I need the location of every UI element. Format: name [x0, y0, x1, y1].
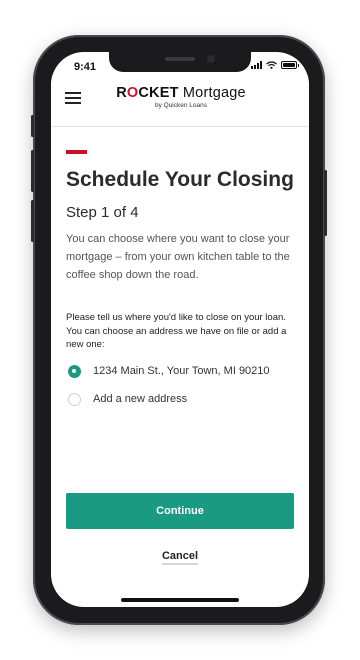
- speaker: [165, 57, 195, 61]
- phone-screen: 9:41 ROCKET Mortgage by Quicken Loans Sc…: [51, 52, 309, 607]
- power-button: [324, 170, 327, 236]
- cancel-label[interactable]: Cancel: [161, 550, 199, 565]
- hamburger-menu-icon[interactable]: [65, 92, 81, 104]
- status-icons: [251, 61, 299, 69]
- radio-selected[interactable]: [68, 364, 81, 378]
- option-label: Add a new address: [93, 393, 188, 405]
- home-indicator: [121, 598, 239, 602]
- accent-bar: [66, 150, 87, 154]
- status-time: 9:41: [74, 61, 97, 73]
- address-prompt: Please tell us where you'd like to close…: [66, 312, 287, 350]
- logo-subtitle: by Quicken Loans: [154, 102, 208, 109]
- volume-down-button: [31, 200, 34, 242]
- radio-unselected[interactable]: [68, 392, 81, 406]
- intro-text: You can choose where you want to close y…: [66, 233, 290, 281]
- signal-icon: [251, 61, 262, 69]
- rocket-mortgage-logo: ROCKET Mortgage by Quicken Loans: [111, 85, 251, 109]
- address-option-existing[interactable]: 1234 Main St., Your Town, MI 90210: [66, 364, 296, 378]
- wifi-icon: [266, 61, 277, 69]
- main-content: Schedule Your Closing Step 1 of 4 You ca…: [66, 150, 296, 406]
- continue-button[interactable]: Continue: [66, 493, 294, 529]
- step-indicator: Step 1 of 4: [66, 204, 139, 221]
- option-label: 1234 Main St., Your Town, MI 90210: [93, 365, 270, 377]
- page-title: Schedule Your Closing: [66, 168, 294, 191]
- battery-icon: [281, 61, 299, 69]
- address-option-new[interactable]: Add a new address: [66, 392, 296, 406]
- volume-up-button: [31, 150, 34, 192]
- notch: [109, 52, 251, 72]
- app-header: ROCKET Mortgage by Quicken Loans: [51, 74, 309, 127]
- cancel-link[interactable]: Cancel: [51, 550, 309, 565]
- camera: [207, 55, 215, 63]
- mute-switch: [31, 115, 34, 137]
- logo-wordmark: ROCKET Mortgage: [116, 85, 246, 101]
